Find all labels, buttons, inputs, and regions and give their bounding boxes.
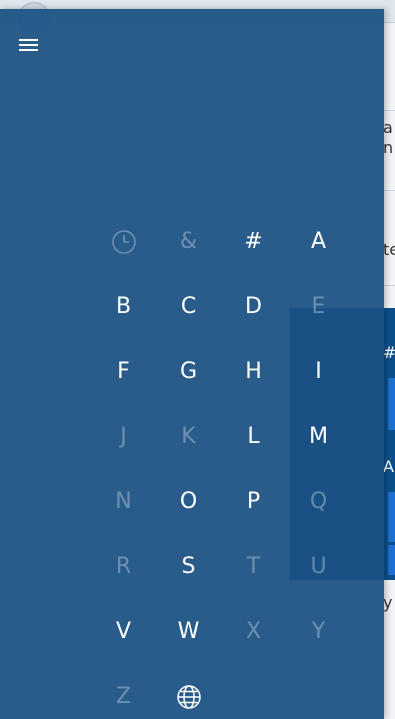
background-text: a — [383, 118, 393, 137]
letter-r: R — [115, 554, 132, 579]
background-tile — [388, 492, 395, 542]
letter-i[interactable]: I — [286, 339, 351, 404]
letter-o[interactable]: O — [156, 469, 221, 534]
letter-j: J — [120, 424, 127, 449]
background-text: n — [383, 138, 394, 157]
letter-x: X — [245, 619, 262, 644]
globe-icon[interactable] — [156, 664, 221, 719]
letter-w[interactable]: W — [156, 599, 221, 664]
letter-t: T — [246, 554, 261, 579]
hamburger-menu-icon[interactable] — [18, 37, 40, 53]
letter-g[interactable]: G — [156, 339, 221, 404]
letter-v[interactable]: V — [91, 599, 156, 664]
background-text: A — [383, 457, 394, 476]
start-menu-jump-list: & # A B C D E F G H I J K L M N O P Q R S T U V W X Y Z — [0, 9, 384, 719]
globe-icon — [176, 684, 201, 709]
letter-e: E — [311, 294, 326, 319]
letter-ampersand: & — [179, 229, 198, 254]
letter-u: U — [310, 554, 327, 579]
letter-h[interactable]: H — [221, 339, 286, 404]
letter-n: N — [115, 489, 132, 514]
letter-s[interactable]: S — [156, 534, 221, 599]
letter-y: Y — [311, 619, 326, 644]
background-text: # — [383, 343, 395, 362]
letter-a[interactable]: A — [286, 209, 351, 274]
letter-q: Q — [309, 489, 328, 514]
background-text: y — [383, 593, 393, 612]
letter-z: Z — [115, 684, 132, 709]
letter-m[interactable]: M — [286, 404, 351, 469]
letter-k: K — [181, 424, 196, 449]
recent-icon — [111, 229, 136, 254]
background-text: te — [383, 240, 395, 259]
letter-hash[interactable]: # — [221, 209, 286, 274]
background-tile — [388, 545, 395, 575]
letter-d[interactable]: D — [221, 274, 286, 339]
letter-p[interactable]: P — [221, 469, 286, 534]
letter-f[interactable]: F — [91, 339, 156, 404]
letter-c[interactable]: C — [156, 274, 221, 339]
background-tile — [388, 378, 395, 430]
letter-l[interactable]: L — [221, 404, 286, 469]
letter-grid: & # A B C D E F G H I J K L M N O P Q R S T U V W X Y Z — [91, 209, 351, 719]
recent-icon — [91, 209, 156, 274]
letter-b[interactable]: B — [91, 274, 156, 339]
